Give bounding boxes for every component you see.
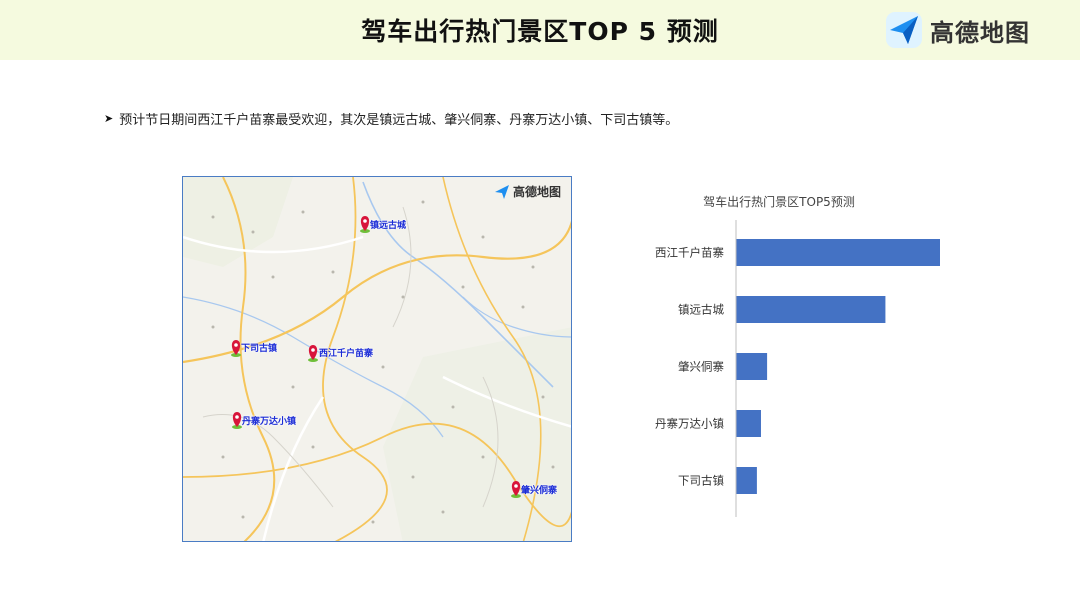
bar-2[interactable] [736, 296, 886, 323]
bar-5[interactable] [736, 467, 757, 494]
amap-logo: 高德地图 [884, 10, 1030, 50]
summary-bullet: ➤ 预计节日期间西江千户苗寨最受欢迎，其次是镇远古城、肇兴侗寨、丹寨万达小镇、下… [104, 109, 678, 128]
pin-xijiang-marker[interactable] [308, 345, 318, 362]
bar-chart: 西江千户苗寨镇远古城肇兴侗寨丹寨万达小镇下司古镇 [655, 220, 941, 517]
pin-label-xijiang[interactable]: 西江千户苗寨 [319, 346, 373, 359]
pin-danzhai-marker[interactable] [232, 412, 242, 429]
category-label: 镇远古城 [678, 303, 724, 317]
summary-text: 预计节日期间西江千户苗寨最受欢迎，其次是镇远古城、肇兴侗寨、丹寨万达小镇、下司古… [119, 113, 679, 128]
amap-logo-text: 高德地图 [930, 18, 1030, 47]
pin-label-zhaoxing[interactable]: 肇兴侗寨 [521, 483, 557, 496]
category-label: 下司古镇 [678, 474, 724, 488]
amap-logo-icon [886, 12, 922, 48]
pin-xiasi-marker[interactable] [231, 340, 241, 357]
bar-3[interactable] [736, 353, 768, 380]
pin-label-zhenyuan[interactable]: 镇远古城 [370, 218, 406, 231]
map-panel[interactable]: 高德地图 镇远古城 下司古镇 西江千户苗寨 丹寨万达小镇 肇兴侗寨 [182, 176, 572, 542]
arrow-bullet-icon: ➤ [104, 112, 114, 125]
pin-zhenyuan-marker[interactable] [360, 216, 370, 233]
category-label: 丹寨万达小镇 [655, 417, 724, 431]
bar-1[interactable] [736, 239, 941, 266]
map-pins-layer [231, 216, 521, 498]
category-label: 西江千户苗寨 [655, 246, 724, 260]
pin-zhaoxing-marker[interactable] [511, 481, 521, 498]
pin-label-danzhai[interactable]: 丹寨万达小镇 [242, 414, 296, 427]
bar-4[interactable] [736, 410, 761, 437]
pin-label-xiasi[interactable]: 下司古镇 [241, 341, 277, 354]
category-label: 肇兴侗寨 [678, 360, 724, 374]
chart-title: 驾车出行热门景区TOP5预测 [703, 195, 855, 209]
